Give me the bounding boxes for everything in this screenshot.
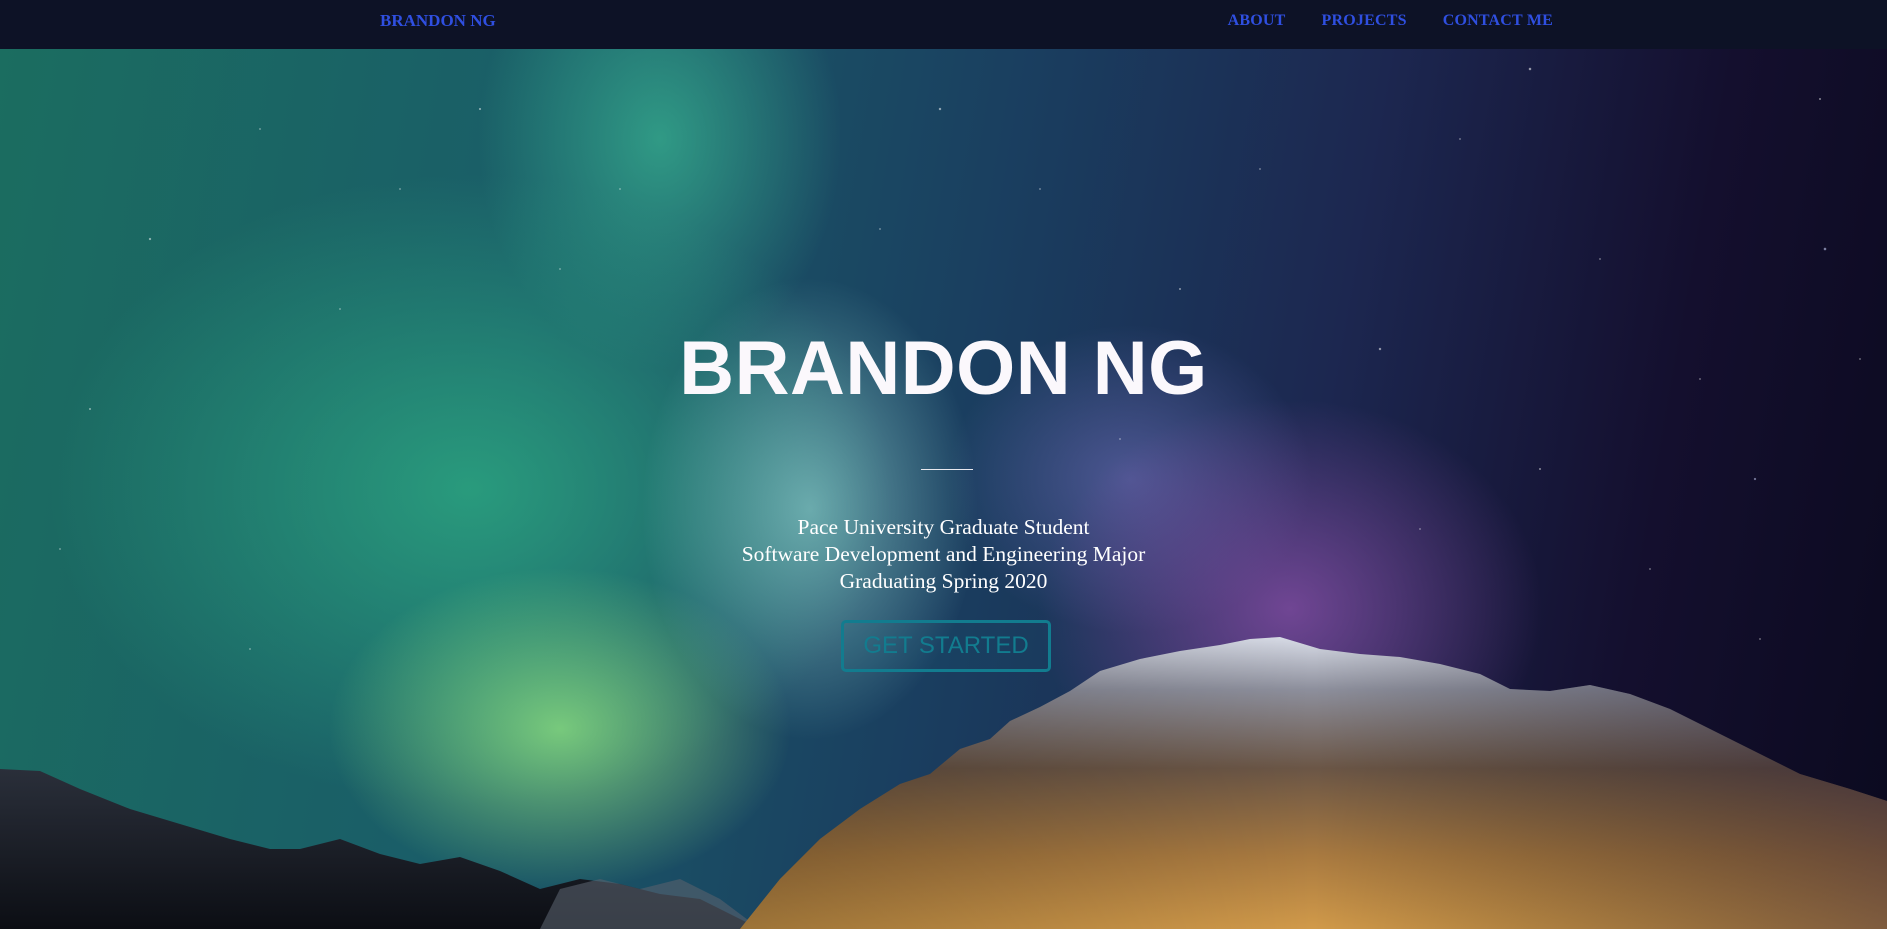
subtitle-line-graduation: Graduating Spring 2020 — [839, 569, 1048, 593]
get-started-button[interactable]: GET STARTED — [841, 620, 1051, 672]
brand-link[interactable]: BRANDON NG — [380, 11, 496, 31]
hero-section: BRANDON NG Pace University Graduate Stud… — [0, 49, 1887, 929]
subtitle-line-major: Software Development and Engineering Maj… — [741, 542, 1146, 566]
hero-title: BRANDON NG — [679, 326, 1208, 411]
hero-subtitle: Pace University Graduate Student Softwar… — [0, 514, 1887, 595]
nav-links: ABOUT PROJECTS CONTACT ME — [1228, 12, 1553, 30]
hero-divider — [921, 469, 973, 470]
navbar: BRANDON NG ABOUT PROJECTS CONTACT ME — [0, 0, 1887, 49]
subtitle-line-school: Pace University Graduate Student — [797, 515, 1090, 539]
mountain-left-far — [540, 879, 760, 929]
nav-link-about[interactable]: ABOUT — [1228, 12, 1286, 30]
nav-link-projects[interactable]: PROJECTS — [1322, 12, 1407, 30]
mountain-landscape-image — [0, 637, 1887, 929]
nav-link-contact[interactable]: CONTACT ME — [1443, 12, 1553, 30]
